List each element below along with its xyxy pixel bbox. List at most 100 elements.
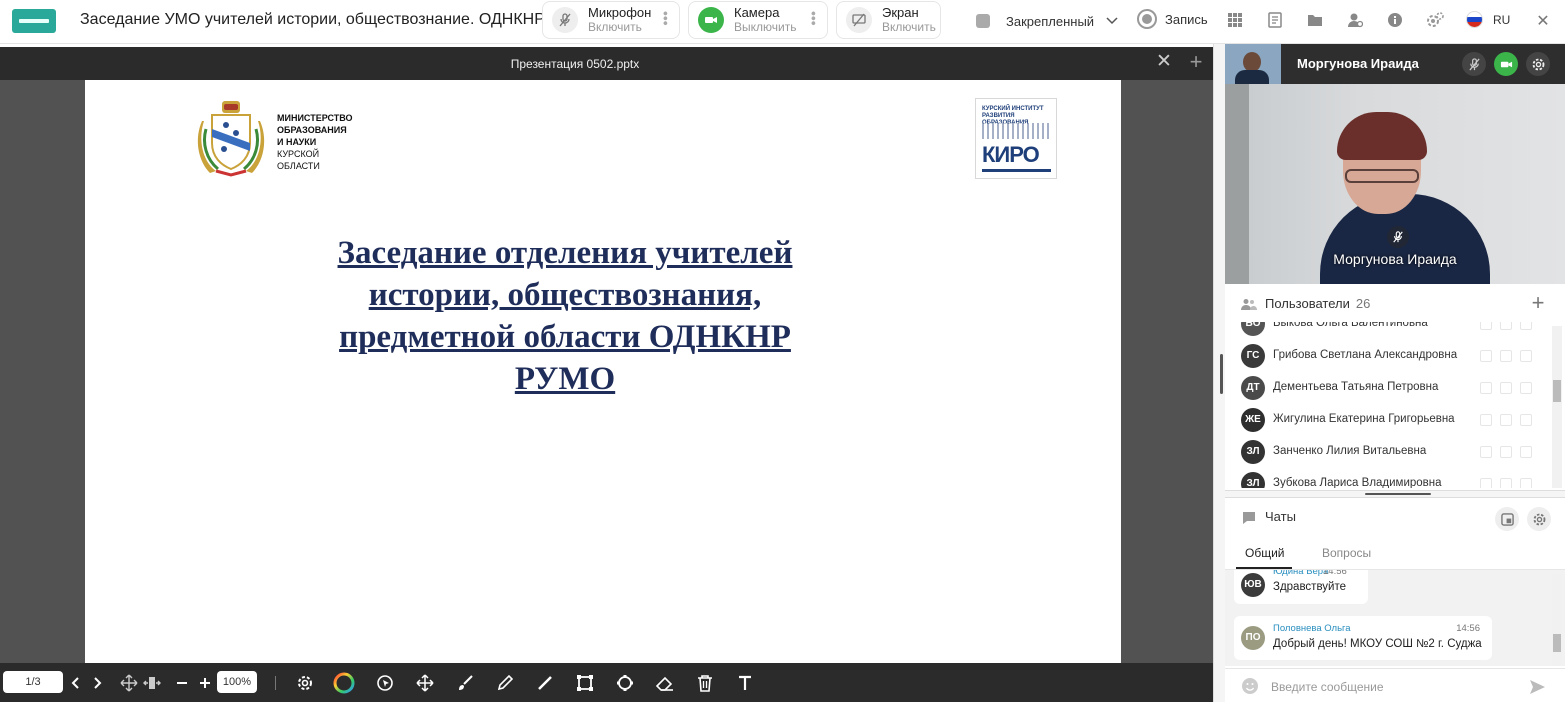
chat-settings-icon[interactable] bbox=[1527, 507, 1551, 531]
user-screen-icon[interactable] bbox=[1520, 414, 1532, 426]
camera-on-icon[interactable] bbox=[1494, 52, 1518, 76]
user-camera-icon[interactable] bbox=[1500, 382, 1512, 394]
user-camera-icon[interactable] bbox=[1500, 322, 1512, 330]
chats-title: Чаты bbox=[1265, 509, 1296, 524]
screen-label: Экран bbox=[882, 5, 919, 20]
circle-icon[interactable] bbox=[614, 672, 636, 694]
user-row[interactable]: ЗЛ Занченко Лилия Витальевна bbox=[1225, 436, 1550, 468]
user-camera-icon[interactable] bbox=[1500, 350, 1512, 362]
russian-flag-icon bbox=[1466, 11, 1483, 28]
gear-icon[interactable] bbox=[1526, 52, 1550, 76]
chat-input-bar bbox=[1225, 668, 1565, 702]
presentation-area: Презентация 0502.pptx ✕ + МИНИСТЕРСТВО О… bbox=[0, 47, 1213, 702]
user-row[interactable]: ДТ Дементьева Татьяна Петровна bbox=[1225, 372, 1550, 404]
zoom-out-icon[interactable] bbox=[171, 672, 193, 694]
slide-title-line: Заседание отделения учителей bbox=[337, 235, 793, 271]
user-camera-icon[interactable] bbox=[1500, 446, 1512, 458]
user-settings-icon[interactable] bbox=[1345, 10, 1365, 30]
fit-page-icon[interactable] bbox=[118, 672, 140, 694]
folder-icon[interactable] bbox=[1305, 10, 1325, 30]
slide: МИНИСТЕРСТВО ОБРАЗОВАНИЯ И НАУКИ КУРСКОЙ… bbox=[85, 80, 1121, 663]
info-icon[interactable] bbox=[1385, 10, 1405, 30]
add-presentation-icon[interactable]: + bbox=[1186, 51, 1206, 73]
trash-icon[interactable] bbox=[694, 672, 716, 694]
video-thumbnail[interactable] bbox=[1225, 44, 1281, 84]
settings-icon[interactable] bbox=[1425, 10, 1445, 30]
user-mic-icon[interactable] bbox=[1480, 446, 1492, 458]
layout-selector[interactable]: Закрепленный bbox=[976, 9, 1118, 33]
text-tool-icon[interactable] bbox=[734, 672, 756, 694]
user-row[interactable]: ЗЛ Зубкова Лариса Владимировна bbox=[1225, 468, 1550, 488]
camera-control[interactable]: Камера Выключить ••• bbox=[688, 1, 828, 39]
app-logo[interactable] bbox=[12, 9, 56, 33]
message-author[interactable]: Юдина Вера bbox=[1273, 570, 1328, 577]
emoji-icon[interactable] bbox=[1241, 677, 1259, 695]
user-screen-icon[interactable] bbox=[1520, 350, 1532, 362]
zoom-level[interactable]: 100% bbox=[217, 671, 257, 693]
user-screen-icon[interactable] bbox=[1520, 382, 1532, 394]
user-mic-icon[interactable] bbox=[1480, 350, 1492, 362]
chat-message: ЮВ Юдина Вера 14:56 Здравствуйте bbox=[1234, 570, 1368, 604]
mic-off-icon bbox=[1387, 226, 1409, 248]
user-mic-icon[interactable] bbox=[1480, 382, 1492, 394]
record-button[interactable]: Запись bbox=[1137, 9, 1208, 29]
close-presentation-icon[interactable]: ✕ bbox=[1154, 52, 1174, 72]
pointer-icon[interactable] bbox=[374, 672, 396, 694]
user-camera-icon[interactable] bbox=[1500, 478, 1512, 488]
grid-icon[interactable] bbox=[1225, 10, 1245, 30]
line-icon[interactable] bbox=[534, 672, 556, 694]
pencil-icon[interactable] bbox=[494, 672, 516, 694]
user-avatar: ЖЕ bbox=[1241, 408, 1265, 432]
mic-more-icon[interactable]: ••• bbox=[658, 11, 674, 26]
user-name: Быкова Ольга Валентиновна bbox=[1273, 322, 1428, 329]
move-icon[interactable] bbox=[414, 672, 436, 694]
user-screen-icon[interactable] bbox=[1520, 322, 1532, 330]
notes-icon[interactable] bbox=[1265, 10, 1285, 30]
microphone-control[interactable]: Микрофон Включить ••• bbox=[542, 1, 680, 39]
tab-general[interactable]: Общий bbox=[1245, 546, 1285, 560]
prev-page-icon[interactable] bbox=[65, 672, 87, 694]
zoom-in-icon[interactable] bbox=[194, 672, 216, 694]
user-camera-icon[interactable] bbox=[1500, 414, 1512, 426]
ministry-caption: МИНИСТЕРСТВО ОБРАЗОВАНИЯ И НАУКИ КУРСКОЙ… bbox=[277, 112, 353, 172]
users-scrollbar[interactable] bbox=[1552, 326, 1562, 488]
close-icon[interactable]: ✕ bbox=[1534, 12, 1552, 30]
presentation-header: Презентация 0502.pptx ✕ + bbox=[0, 47, 1213, 80]
user-mic-icon[interactable] bbox=[1480, 414, 1492, 426]
fit-width-icon[interactable] bbox=[141, 672, 163, 694]
screen-share-control[interactable]: Экран Включить bbox=[836, 1, 941, 39]
page-indicator[interactable]: 1/3 bbox=[3, 671, 63, 693]
ministry-line: ОБЛАСТИ bbox=[277, 161, 320, 171]
brush-icon[interactable] bbox=[454, 672, 476, 694]
slide-title: Заседание отделения учителей истории, об… bbox=[265, 232, 865, 400]
presentation-filename: Презентация 0502.pptx bbox=[510, 57, 640, 71]
add-user-icon[interactable]: + bbox=[1527, 292, 1549, 314]
user-mic-icon[interactable] bbox=[1480, 478, 1492, 488]
video-participant-name: Моргунова Ираида bbox=[1297, 56, 1419, 71]
user-screen-icon[interactable] bbox=[1520, 446, 1532, 458]
color-picker-icon[interactable] bbox=[333, 672, 355, 694]
user-row[interactable]: ГС Грибова Светлана Александровна bbox=[1225, 340, 1550, 372]
tab-questions[interactable]: Вопросы bbox=[1322, 546, 1371, 560]
user-mic-icon[interactable] bbox=[1480, 322, 1492, 330]
next-page-icon[interactable] bbox=[86, 672, 108, 694]
user-row[interactable]: ЖЕ Жигулина Екатерина Григорьевна bbox=[1225, 404, 1550, 436]
camera-more-icon[interactable]: ••• bbox=[806, 11, 822, 26]
message-author[interactable]: Половнева Ольга bbox=[1273, 623, 1351, 634]
language-selector[interactable]: RU bbox=[1466, 11, 1510, 28]
user-row[interactable]: БО Быкова Ольга Валентиновна bbox=[1225, 322, 1550, 340]
settings-icon[interactable] bbox=[294, 672, 316, 694]
rectangle-icon[interactable] bbox=[574, 672, 596, 694]
send-icon[interactable] bbox=[1528, 678, 1546, 696]
language-label: RU bbox=[1493, 12, 1511, 27]
new-chat-icon[interactable] bbox=[1495, 507, 1519, 531]
panel-split-handle[interactable] bbox=[1225, 490, 1565, 498]
mic-off-icon[interactable] bbox=[1462, 52, 1486, 76]
user-screen-icon[interactable] bbox=[1520, 478, 1532, 488]
chat-scrollbar[interactable] bbox=[1552, 574, 1562, 666]
chat-message-input[interactable] bbox=[1271, 677, 1521, 697]
video-feed: Моргунова Ираида bbox=[1225, 84, 1565, 284]
chevron-down-icon bbox=[1106, 17, 1118, 25]
eraser-icon[interactable] bbox=[654, 672, 676, 694]
panel-resize-handle[interactable] bbox=[1213, 44, 1225, 702]
